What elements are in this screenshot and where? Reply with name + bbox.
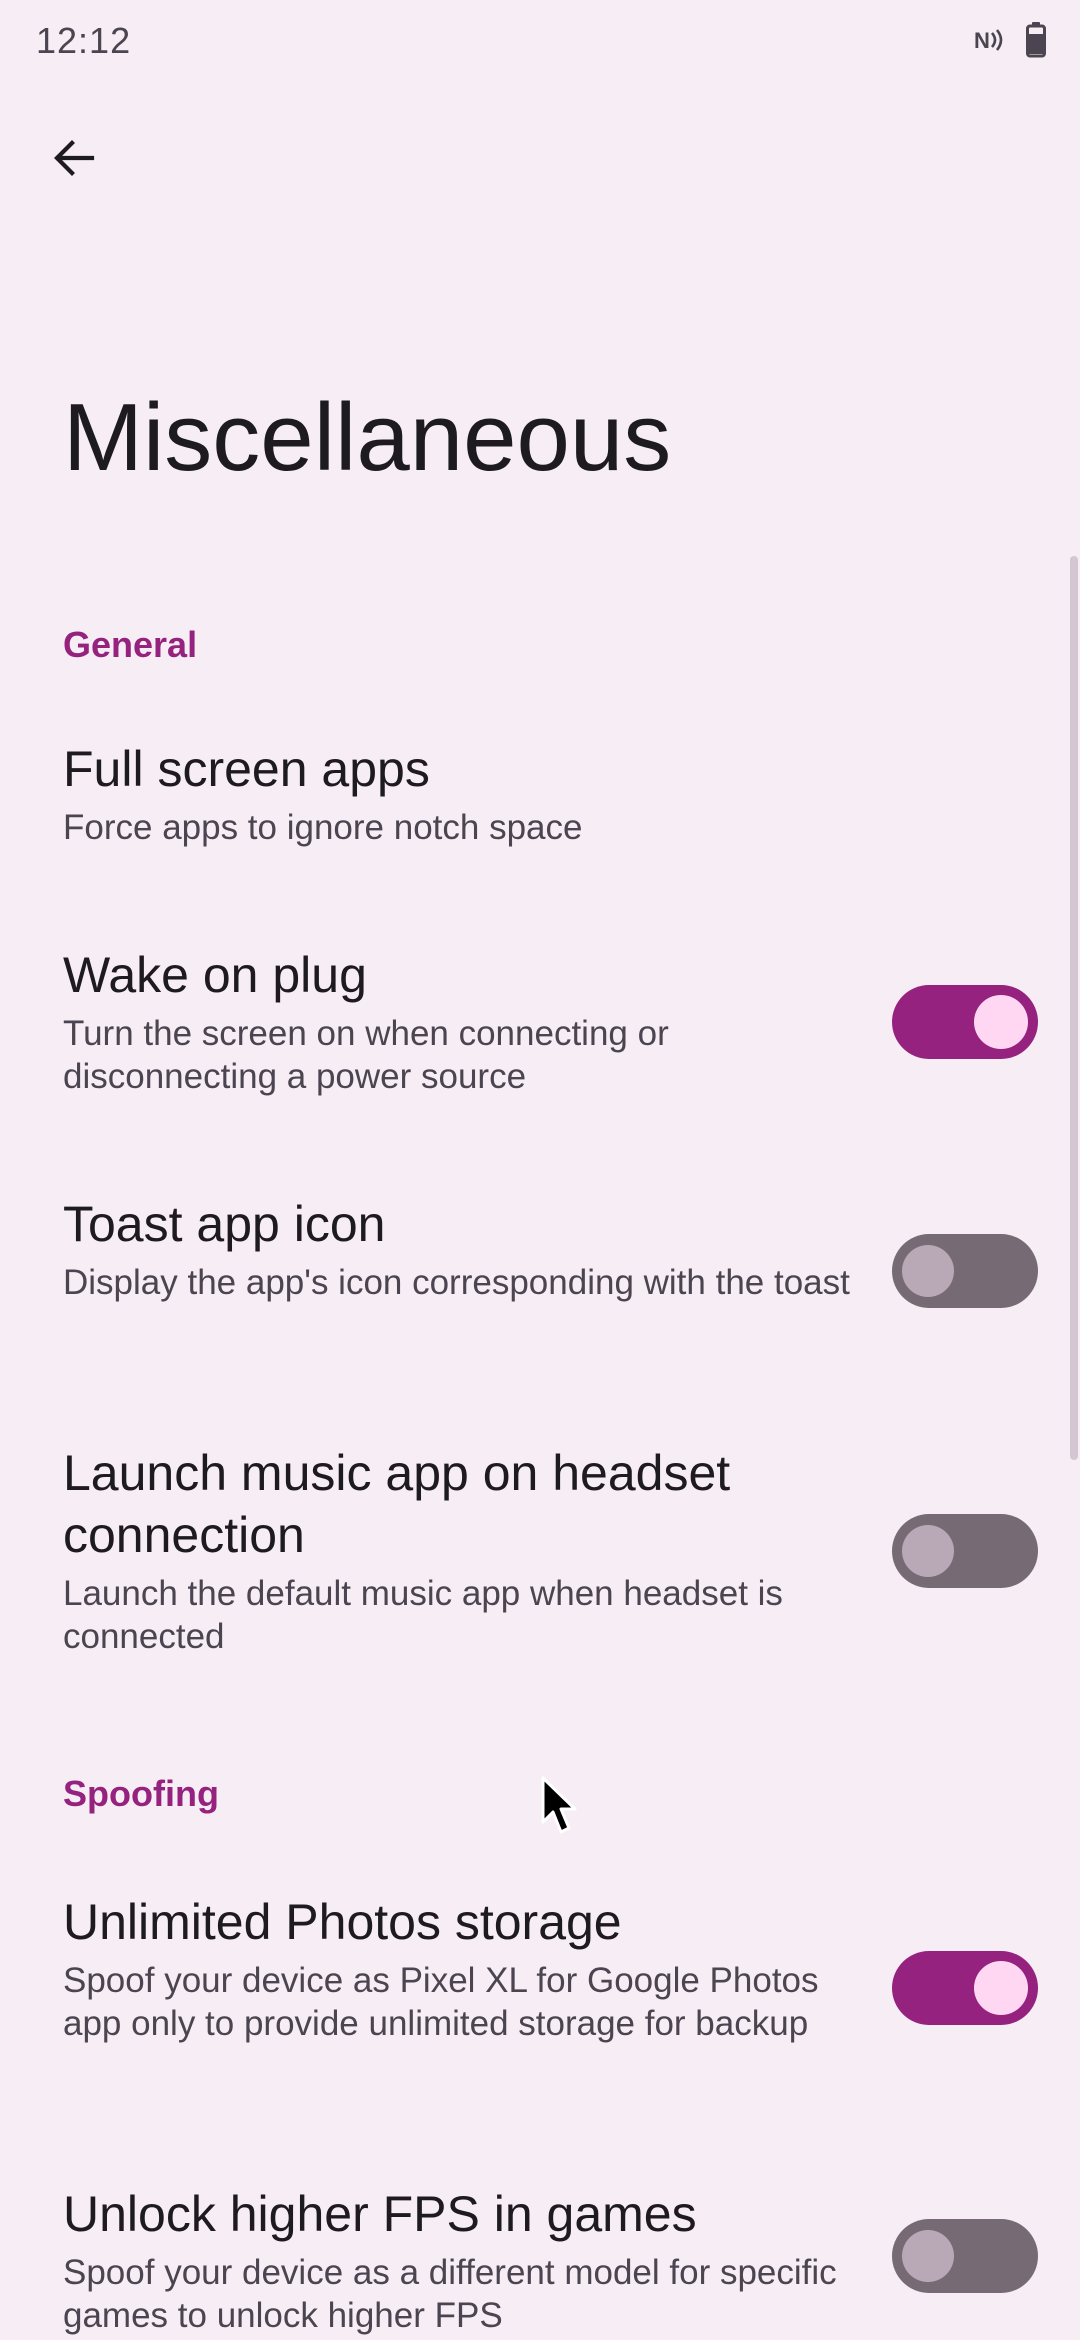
status-bar: 12:12 N: [0, 0, 1080, 88]
toggle-thumb: [902, 1525, 954, 1577]
nfc-icon: N: [974, 26, 1008, 59]
pref-title: Wake on plug: [63, 947, 367, 1003]
pref-summary: Spoof your device as a different model f…: [63, 2253, 837, 2335]
mouse-cursor-icon: [540, 1776, 580, 1838]
pref-title: Launch music app on headset connection: [63, 1445, 731, 1563]
section-header-general: General: [63, 624, 198, 665]
status-icons: N: [974, 22, 1046, 63]
toggle-thumb: [902, 2230, 954, 2282]
unlimited-photos-storage-toggle[interactable]: [892, 1951, 1038, 2025]
pref-summary: Display the app's icon corresponding wit…: [63, 1263, 850, 1302]
pref-summary: Force apps to ignore notch space: [63, 808, 583, 847]
toggle-thumb: [974, 995, 1028, 1049]
battery-icon: [1026, 22, 1046, 63]
page-title: Miscellaneous: [63, 384, 672, 491]
status-time: 12:12: [36, 20, 132, 61]
pref-summary: Turn the screen on when connecting or di…: [63, 1014, 669, 1096]
toast-app-icon-toggle[interactable]: [892, 1234, 1038, 1308]
toggle-thumb: [902, 1245, 954, 1297]
pref-title: Full screen apps: [63, 741, 430, 797]
wake-on-plug-toggle[interactable]: [892, 985, 1038, 1059]
toggle-thumb: [974, 1961, 1028, 2015]
pref-title: Unlimited Photos storage: [63, 1894, 622, 1950]
arrow-back-icon: [50, 134, 98, 187]
pref-title: Toast app icon: [63, 1196, 386, 1252]
unlock-higher-fps-toggle[interactable]: [892, 2219, 1038, 2293]
back-button[interactable]: [38, 124, 110, 196]
pref-summary: Launch the default music app when headse…: [63, 1574, 783, 1656]
section-header-spoofing: Spoofing: [63, 1773, 219, 1814]
svg-text:N: N: [974, 28, 990, 53]
pref-full-screen-apps[interactable]: Full screen apps Force apps to ignore no…: [63, 738, 1080, 849]
pref-title: Unlock higher FPS in games: [63, 2186, 697, 2242]
pref-summary: Spoof your device as Pixel XL for Google…: [63, 1961, 819, 2043]
launch-music-app-toggle[interactable]: [892, 1514, 1038, 1588]
scrollbar[interactable]: [1070, 556, 1078, 1460]
